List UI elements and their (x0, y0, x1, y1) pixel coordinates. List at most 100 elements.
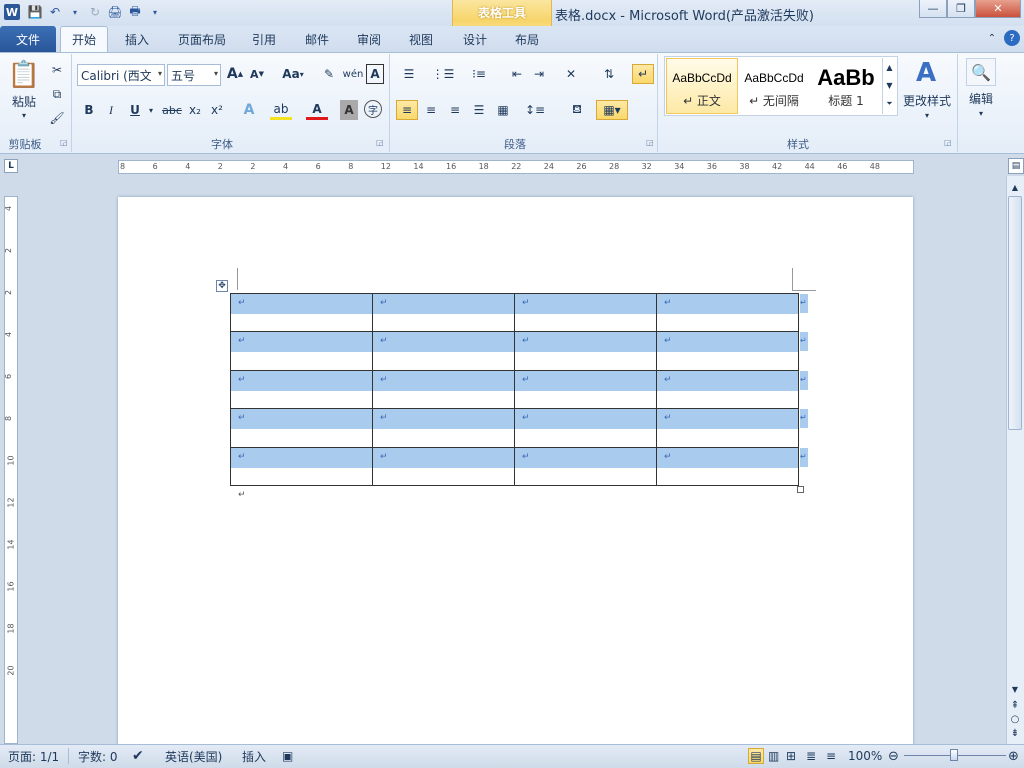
character-shading-icon[interactable]: A (340, 100, 358, 120)
italic-button[interactable]: I (100, 100, 122, 120)
clipboard-launcher-icon[interactable]: ◲ (60, 138, 68, 147)
borders-icon[interactable]: ▦▾ (596, 100, 628, 120)
enclose-characters-icon[interactable]: 字 (364, 100, 382, 118)
table-cell[interactable]: ↵ (230, 446, 373, 486)
word-logo-icon[interactable]: W (4, 4, 20, 20)
web-layout-icon[interactable]: ⊞ (786, 748, 796, 764)
tab-home[interactable]: 开始 (60, 26, 108, 52)
numbering-icon[interactable]: ⋮☰ (432, 64, 455, 84)
text-effects-icon[interactable]: A (238, 100, 260, 120)
decrease-indent-icon[interactable]: ⇤ (506, 64, 528, 84)
view-ruler-icon[interactable]: ▤ (1008, 158, 1024, 174)
chinese-layout-icon[interactable]: ✕ (560, 64, 582, 84)
shading-icon[interactable]: ⛾ (566, 100, 588, 120)
grow-font-icon[interactable]: A ▲ (224, 64, 246, 84)
previous-page-icon[interactable]: ⇞ (1008, 698, 1022, 712)
select-browse-object-icon[interactable]: ○ (1008, 712, 1022, 726)
tab-layout[interactable]: 布局 (506, 26, 548, 52)
zoom-level[interactable]: 100% (848, 748, 882, 764)
change-styles-icon[interactable]: A (908, 58, 944, 88)
justify-icon[interactable]: ☰ (468, 100, 490, 120)
table-cell[interactable]: ↵ (230, 331, 373, 371)
gallery-up-icon[interactable]: ▲ (882, 58, 896, 76)
gallery-more-icon[interactable]: ⏷ (882, 94, 896, 114)
tab-file[interactable]: 文件 (0, 26, 56, 52)
sort-icon[interactable]: ⇅ (598, 64, 620, 84)
font-size-combo[interactable]: 五号 ▾ (167, 64, 221, 86)
draft-view-icon[interactable]: ≡ (826, 748, 836, 764)
minimize-button[interactable]: — (919, 0, 947, 18)
paste-label[interactable]: 粘贴 (6, 94, 42, 109)
save-icon[interactable]: 💾 (26, 3, 44, 21)
font-launcher-icon[interactable]: ◲ (376, 138, 384, 147)
table-cell[interactable]: ↵ (656, 446, 799, 486)
table-cell[interactable]: ↵ (372, 292, 515, 333)
zoom-in-icon[interactable]: ⊕ (1008, 748, 1019, 764)
bullets-icon[interactable]: ☰ (398, 64, 420, 84)
close-button[interactable]: ✕ (975, 0, 1021, 18)
scroll-down-icon[interactable]: ▼ (1008, 682, 1022, 696)
change-styles-label[interactable]: 更改样式 (900, 92, 954, 108)
align-right-icon[interactable]: ≡ (444, 100, 466, 120)
table-cell[interactable]: ↵ (656, 369, 799, 410)
scroll-up-icon[interactable]: ▲ (1008, 180, 1022, 194)
table-cell[interactable]: ↵ (656, 292, 799, 333)
table-cell[interactable]: ↵ (230, 292, 373, 333)
outline-view-icon[interactable]: ≣ (806, 748, 816, 764)
format-painter-icon[interactable]: 🖌 (46, 108, 68, 128)
editing-label[interactable]: 编辑 (962, 90, 1000, 106)
dropdown-arrow-icon[interactable]: ▾ (66, 3, 84, 21)
table-cell[interactable]: ↵ (656, 331, 799, 371)
table-move-handle-icon[interactable]: ✥ (216, 280, 228, 292)
zoom-out-icon[interactable]: ⊖ (888, 748, 899, 764)
tab-design[interactable]: 设计 (454, 26, 496, 52)
tab-insert[interactable]: 插入 (114, 26, 160, 52)
scrollbar-thumb[interactable] (1008, 196, 1022, 430)
paste-dropdown-icon[interactable]: ▾ (18, 110, 30, 120)
language-indicator[interactable]: 英语(美国) (165, 748, 222, 764)
gallery-down-icon[interactable]: ▼ (882, 76, 896, 94)
increase-indent-icon[interactable]: ⇥ (528, 64, 550, 84)
tab-references[interactable]: 引用 (244, 26, 284, 52)
align-left-icon[interactable]: ≡ (396, 100, 418, 120)
print-preview-icon[interactable]: 🖨 (106, 3, 124, 21)
paragraph-launcher-icon[interactable]: ◲ (646, 138, 654, 147)
maximize-button[interactable]: ❐ (947, 0, 975, 18)
style-no-spacing[interactable]: AaBbCcDd ↵ 无间隔 (738, 58, 810, 114)
tab-mailings[interactable]: 邮件 (296, 26, 338, 52)
table-cell[interactable]: ↵ (230, 369, 373, 410)
table-cell[interactable]: ↵ (372, 446, 515, 486)
character-border-icon[interactable]: A (366, 64, 384, 84)
editing-dropdown-icon[interactable]: ▾ (976, 108, 986, 118)
superscript-button[interactable]: x² (206, 100, 228, 120)
document-table[interactable]: ↵ ↵ ↵ ↵ ↵ ↵ ↵ ↵ ↵ ↵ ↵ ↵ ↵ ↵ ↵ ↵ ↵ ↵ ↵ ↵ (230, 292, 799, 486)
macro-record-icon[interactable]: ▣ (282, 748, 293, 764)
zoom-slider-thumb[interactable] (950, 749, 958, 761)
clear-formatting-icon[interactable]: ✎ (318, 64, 340, 84)
insert-mode[interactable]: 插入 (242, 748, 266, 764)
underline-dropdown-icon[interactable]: ▾ (146, 104, 156, 116)
phonetic-guide-icon[interactable]: wén (342, 64, 364, 84)
help-icon[interactable]: ? (1004, 30, 1020, 46)
styles-launcher-icon[interactable]: ◲ (944, 138, 952, 147)
line-spacing-icon[interactable]: ↕≡ (524, 100, 546, 120)
subscript-button[interactable]: x₂ (184, 100, 206, 120)
page-count[interactable]: 页面: 1/1 (8, 748, 59, 764)
table-cell[interactable]: ↵ (372, 331, 515, 371)
change-styles-dropdown-icon[interactable]: ▾ (922, 110, 932, 120)
word-count[interactable]: 字数: 0 (78, 748, 118, 764)
tab-view[interactable]: 视图 (400, 26, 442, 52)
strikethrough-button[interactable]: abc (160, 100, 184, 120)
bold-button[interactable]: B (78, 100, 100, 120)
multilevel-list-icon[interactable]: ⁝≡ (468, 64, 490, 84)
next-page-icon[interactable]: ⇟ (1008, 726, 1022, 740)
table-cell[interactable]: ↵ (372, 369, 515, 410)
tab-selector-icon[interactable]: L (4, 159, 18, 173)
copy-icon[interactable]: ⧉ (46, 84, 68, 104)
proofing-icon[interactable]: ✔ (132, 748, 144, 764)
table-cell[interactable]: ↵ (656, 408, 799, 448)
redo-icon[interactable]: ↻ (86, 3, 104, 21)
align-center-icon[interactable]: ≡ (420, 100, 442, 120)
show-hide-marks-icon[interactable]: ↵ (632, 64, 654, 84)
underline-button[interactable]: U (124, 100, 146, 120)
